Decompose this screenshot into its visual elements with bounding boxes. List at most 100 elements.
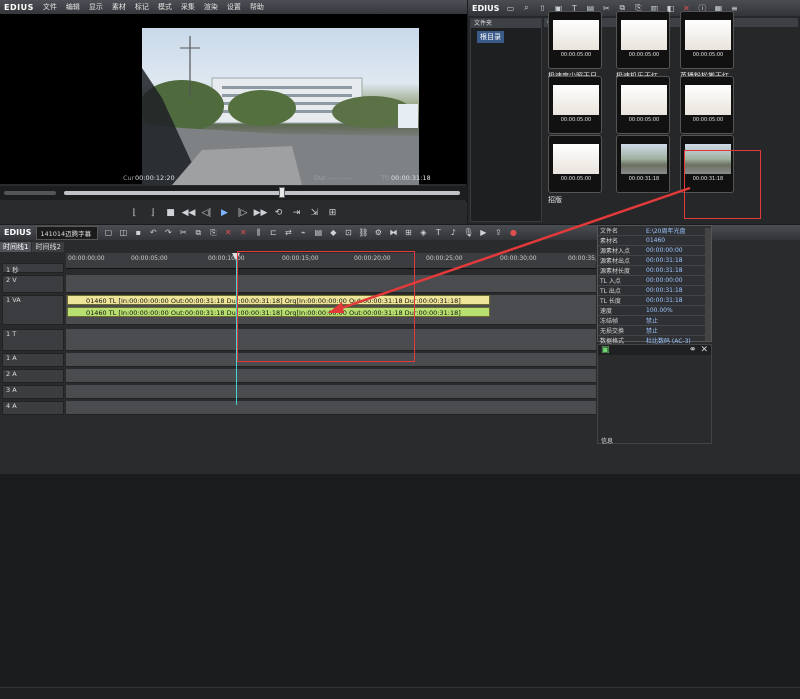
mode-icon[interactable]: ⊏ <box>268 227 278 238</box>
property-key: 素材名 <box>598 235 644 246</box>
track-lane[interactable] <box>66 385 596 399</box>
track-header[interactable]: 2 A <box>2 369 64 383</box>
menu-render[interactable]: 渲染 <box>204 2 218 12</box>
set-out-icon[interactable]: ⌋ <box>146 207 159 220</box>
mixer-icon[interactable]: ⊞ <box>403 227 413 238</box>
group-icon[interactable]: ⊡ <box>343 227 353 238</box>
track-header[interactable]: 4 A <box>2 401 64 415</box>
tab-timeline-1[interactable]: 时间线1 <box>0 242 32 252</box>
menu-view[interactable]: 显示 <box>89 2 103 12</box>
ripple-delete-icon[interactable]: ✕ <box>238 227 248 238</box>
preview-monitor[interactable] <box>0 14 467 185</box>
position-track[interactable] <box>64 191 460 195</box>
clip-thumbnail[interactable]: 00:00:31:18 <box>616 135 670 193</box>
redo-icon[interactable]: ↷ <box>163 227 173 238</box>
menu-marker[interactable]: 标记 <box>135 2 149 12</box>
property-value: 禁止 <box>644 315 708 326</box>
clip-thumbnail[interactable]: 00:00:05:00 <box>548 135 602 193</box>
root-folder[interactable]: 根目录 <box>477 31 504 43</box>
clip-thumbnail[interactable]: 00:00:05:00 <box>680 76 734 134</box>
clip-thumbnail[interactable]: 00:00:05:00 <box>616 76 670 134</box>
track-header[interactable]: 2 V <box>2 275 64 293</box>
new-icon[interactable]: ▢ <box>103 227 113 238</box>
insert-icon[interactable]: ⇥ <box>290 207 303 220</box>
record-icon[interactable]: ● <box>508 227 518 238</box>
fast-forward-icon[interactable]: ▶▶ <box>254 207 268 220</box>
clip-thumbnail[interactable]: 00:00:05:00 <box>616 11 670 69</box>
transition-icon[interactable]: ⧓ <box>388 227 398 238</box>
track-header[interactable]: 1 秒 <box>2 263 64 274</box>
folder-tree: 文件夹 根目录 <box>470 18 542 222</box>
menu-edit[interactable]: 编辑 <box>66 2 80 12</box>
clip-name: 招版 <box>548 196 562 204</box>
menu-mode[interactable]: 模式 <box>158 2 172 12</box>
property-key: 冻结帧 <box>598 315 644 326</box>
clip-thumbnail[interactable]: 00:00:05:00 <box>548 11 602 69</box>
step-back-icon[interactable]: ◁| <box>200 207 213 220</box>
render-icon[interactable]: ▶ <box>478 227 488 238</box>
up-folder-icon[interactable]: ⇧ <box>537 3 547 13</box>
track-header[interactable]: 1 T <box>2 329 64 351</box>
track-name: 1 VA <box>6 296 21 304</box>
tab-timeline-2[interactable]: 时间线2 <box>32 242 64 252</box>
info-panel-close-icon[interactable]: ✕ <box>700 345 708 355</box>
menu-capture[interactable]: 采集 <box>181 2 195 12</box>
track-lane[interactable] <box>66 401 596 415</box>
marker-icon[interactable]: ◆ <box>328 227 338 238</box>
split-icon[interactable]: ⫼ <box>253 227 263 238</box>
info-panel-link-icon[interactable]: ⚭ <box>689 345 697 355</box>
clip-thumbnail[interactable]: 00:00:05:00 <box>680 11 734 69</box>
clip-thumbnail-image <box>621 85 667 115</box>
clip-thumbnail[interactable]: 00:00:05:00 <box>548 76 602 134</box>
sync-icon[interactable]: ⇄ <box>283 227 293 238</box>
search-icon[interactable]: ⌕ <box>521 3 531 13</box>
position-knob[interactable] <box>278 187 285 198</box>
track-name: 2 V <box>6 276 17 284</box>
play-icon[interactable]: ▶ <box>218 207 231 220</box>
timeline-delete-icon[interactable]: ✕ <box>223 227 233 238</box>
keyframe-icon[interactable]: ◈ <box>418 227 428 238</box>
scrub-bar[interactable] <box>0 186 467 200</box>
property-row: TL 入点 00:00:00:00 <box>598 275 708 286</box>
menu-clip[interactable]: 素材 <box>112 2 126 12</box>
stop-icon[interactable]: ■ <box>164 207 177 220</box>
step-forward-icon[interactable]: |▷ <box>236 207 249 220</box>
match-frame-icon[interactable]: ⊞ <box>326 207 339 220</box>
track-lane[interactable] <box>66 369 596 383</box>
player-menubar: EDIUS 文件 编辑 显示 素材 标记 模式 采集 渲染 设置 帮助 <box>0 0 467 14</box>
export-icon[interactable]: ⇪ <box>493 227 503 238</box>
track-header[interactable]: 1 A <box>2 353 64 367</box>
save-icon[interactable]: ▪ <box>133 227 143 238</box>
menu-help[interactable]: 帮助 <box>250 2 264 12</box>
timeline-copy-icon[interactable]: ⧉ <box>193 227 203 238</box>
overwrite-icon[interactable]: ⇲ <box>308 207 321 220</box>
track-add-icon[interactable]: ▤ <box>313 227 323 238</box>
properties-scrollbar[interactable] <box>705 228 711 341</box>
open-project-icon[interactable]: ◫ <box>118 227 128 238</box>
menu-settings[interactable]: 设置 <box>227 2 241 12</box>
track-name: 1 A <box>6 354 17 362</box>
loop-icon[interactable]: ⟲ <box>272 207 285 220</box>
snap-icon[interactable]: ⌁ <box>298 227 308 238</box>
property-row: 无损交换 禁止 <box>598 325 708 336</box>
menu-file[interactable]: 文件 <box>43 2 57 12</box>
undo-icon[interactable]: ↶ <box>148 227 158 238</box>
timeline-paste-icon[interactable]: ⎘ <box>208 227 218 238</box>
property-key: 速度 <box>598 305 644 316</box>
timeline-cut-icon[interactable]: ✂ <box>178 227 188 238</box>
rewind-icon[interactable]: ◀◀ <box>182 207 196 220</box>
sequence-name[interactable]: 141014迈腾字幕 <box>36 225 99 240</box>
track-header[interactable]: 3 A <box>2 385 64 399</box>
link-icon[interactable]: ⛓ <box>358 227 368 238</box>
voiceover-icon[interactable]: 🎙 <box>463 227 473 238</box>
tc-ttl-label: Ttl <box>381 174 390 182</box>
set-in-icon[interactable]: ⌊ <box>128 207 141 220</box>
cut-icon[interactable]: ✂ <box>601 3 611 13</box>
tc-out-value: --:--:--:-- <box>263 174 289 182</box>
filter-icon[interactable]: ⚙ <box>373 227 383 238</box>
title-tool-icon[interactable]: T <box>433 227 443 238</box>
audio-icon[interactable]: ♪ <box>448 227 458 238</box>
shuttle-slider[interactable] <box>4 191 56 195</box>
track-header[interactable]: 1 VA <box>2 295 64 325</box>
folder-icon[interactable]: ▭ <box>505 3 515 13</box>
